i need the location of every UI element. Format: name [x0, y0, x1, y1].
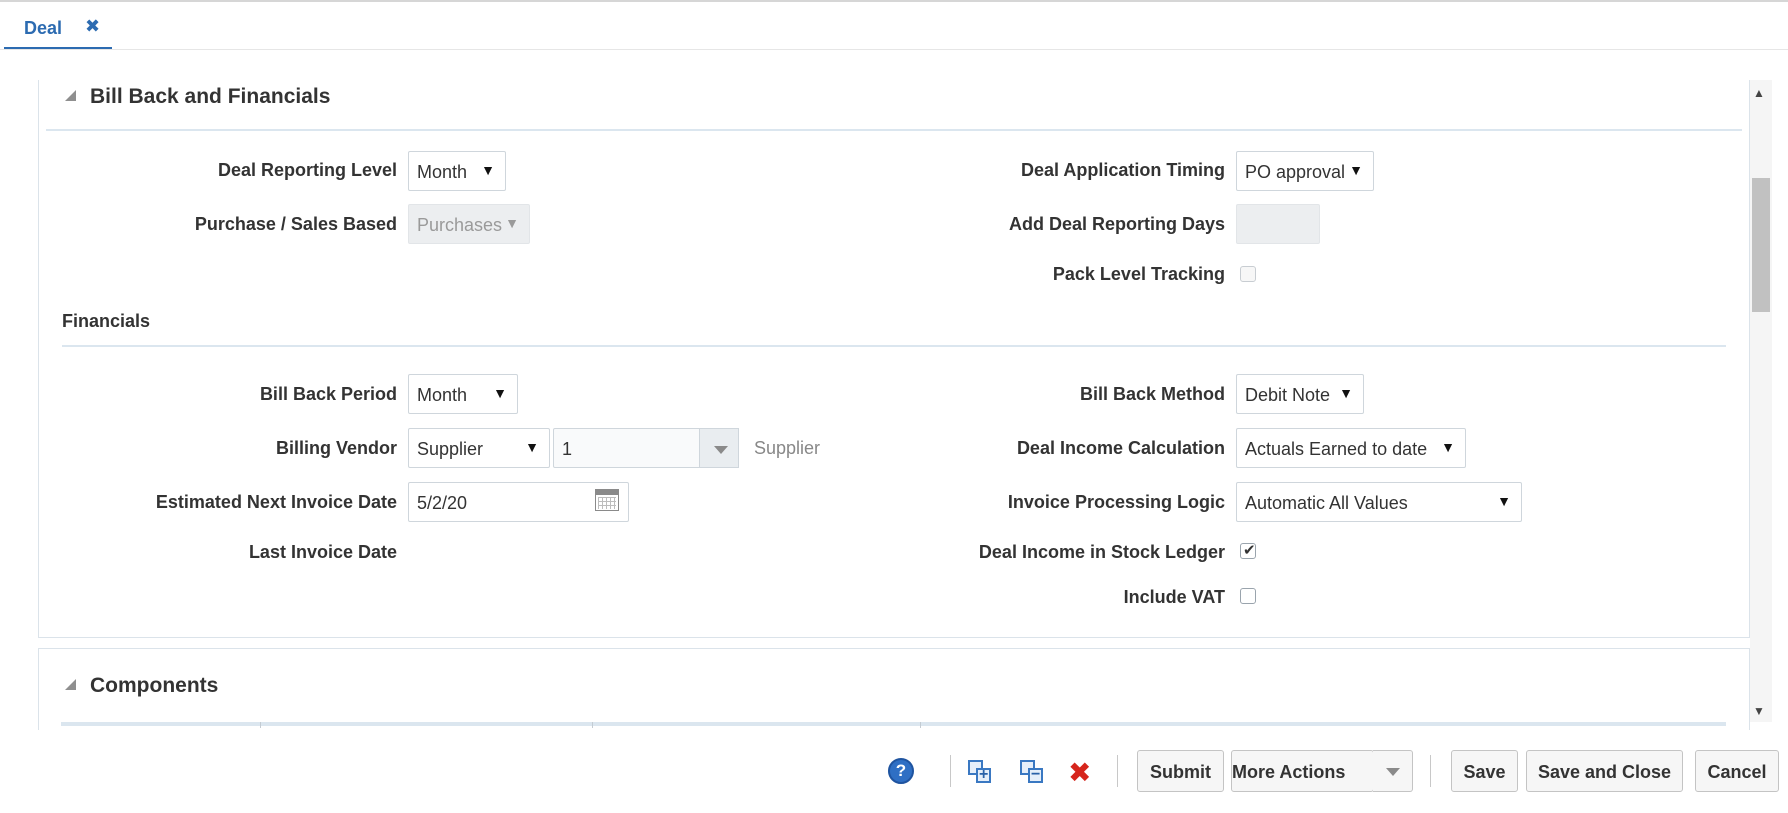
disclosure-triangle-icon[interactable]	[65, 90, 76, 101]
deal-reporting-level-label: Deal Reporting Level	[217, 160, 397, 180]
tab-bar-divider	[0, 49, 1788, 50]
deal-income-in-stock-ledger-checkbox[interactable]: ✔	[1240, 542, 1256, 559]
delete-icon[interactable]: ✖	[1068, 756, 1091, 789]
section-title-bill-back: Bill Back and Financials	[90, 85, 331, 108]
save-button[interactable]: Save	[1451, 750, 1518, 792]
bill-back-period-label: Bill Back Period	[259, 384, 397, 404]
add-row-icon[interactable]: +	[968, 760, 994, 786]
chevron-down-icon: ▼	[525, 439, 539, 455]
components-table-header	[61, 722, 1726, 726]
deal-income-in-stock-ledger-label: Deal Income in Stock Ledger	[978, 542, 1225, 562]
remove-row-icon[interactable]: −	[1020, 760, 1046, 786]
estimated-next-invoice-date-value: 5/2/20	[417, 493, 468, 513]
bill-back-method-label: Bill Back Method	[1079, 384, 1225, 404]
section-divider	[46, 129, 1742, 131]
section-title-components: Components	[90, 674, 219, 697]
table-column-divider	[260, 722, 261, 728]
include-vat-checkbox[interactable]	[1240, 588, 1256, 604]
more-actions-button[interactable]: More Actions	[1231, 750, 1375, 792]
billing-vendor-name: Supplier	[754, 438, 821, 458]
disclosure-triangle-icon[interactable]	[65, 679, 76, 690]
include-vat-label: Include VAT	[1123, 587, 1225, 607]
deal-reporting-level-select[interactable]: Month ▼	[408, 151, 506, 191]
more-actions-label: More Actions	[1232, 762, 1346, 782]
save-and-close-label: Save and Close	[1537, 762, 1672, 782]
pack-level-tracking-label: Pack Level Tracking	[1052, 264, 1225, 284]
invoice-processing-logic-label: Invoice Processing Logic	[1007, 492, 1225, 512]
billing-vendor-lov-button[interactable]	[699, 428, 739, 468]
bill-back-method-select[interactable]: Debit Note ▼	[1236, 374, 1364, 414]
add-deal-reporting-days-input	[1236, 204, 1320, 244]
billing-vendor-id-value: 1	[562, 439, 573, 459]
cancel-button-label: Cancel	[1707, 762, 1767, 782]
deal-income-calculation-label: Deal Income Calculation	[1016, 438, 1225, 458]
bill-back-period-select[interactable]: Month ▼	[408, 374, 518, 414]
bill-back-method-value: Debit Note	[1245, 385, 1331, 405]
chevron-down-icon	[714, 446, 728, 454]
tab-deal-label: Deal	[24, 18, 63, 38]
checkmark-icon: ✔	[1243, 542, 1256, 559]
close-icon[interactable]: ✖	[85, 16, 100, 37]
submit-button[interactable]: Submit	[1137, 750, 1224, 792]
billing-vendor-label: Billing Vendor	[275, 438, 397, 458]
table-column-divider	[592, 722, 593, 728]
billing-vendor-type-value: Supplier	[417, 439, 484, 459]
last-invoice-date-label: Last Invoice Date	[248, 542, 397, 562]
chevron-down-icon: ▼	[1497, 493, 1511, 509]
window-top-border	[0, 0, 1788, 2]
chevron-down-icon: ▼	[481, 162, 495, 178]
cancel-button[interactable]: Cancel	[1695, 750, 1779, 792]
financials-heading: Financials	[62, 311, 151, 331]
purchase-sales-based-label: Purchase / Sales Based	[194, 214, 397, 234]
billing-vendor-id-input[interactable]: 1	[553, 428, 701, 468]
chevron-down-icon: ▼	[1441, 439, 1455, 455]
invoice-processing-logic-value: Automatic All Values	[1245, 493, 1408, 513]
deal-reporting-level-value: Month	[417, 162, 468, 182]
save-button-label: Save	[1463, 762, 1506, 782]
add-deal-reporting-days-label: Add Deal Reporting Days	[1008, 214, 1225, 234]
toolbar-separator	[1117, 755, 1118, 787]
invoice-processing-logic-select[interactable]: Automatic All Values ▼	[1236, 482, 1522, 522]
chevron-down-icon: ▼	[493, 385, 507, 401]
bill-back-period-value: Month	[417, 385, 468, 405]
tab-deal[interactable]: Deal ✖	[4, 4, 112, 50]
submit-button-label: Submit	[1150, 762, 1211, 782]
calendar-icon[interactable]	[595, 489, 619, 511]
scroll-down-icon[interactable]: ▼	[1753, 704, 1765, 718]
scroll-up-icon[interactable]: ▲	[1753, 86, 1765, 100]
toolbar-separator	[950, 755, 951, 787]
chevron-down-icon: ▼	[1339, 385, 1353, 401]
deal-application-timing-value: PO approval	[1245, 162, 1346, 182]
purchase-sales-based-select: Purchases ▼	[408, 204, 530, 244]
chevron-down-icon: ▼	[1349, 162, 1363, 178]
deal-income-calculation-select[interactable]: Actuals Earned to date ▼	[1236, 428, 1466, 468]
deal-application-timing-select[interactable]: PO approval ▼	[1236, 151, 1374, 191]
deal-application-timing-label: Deal Application Timing	[1020, 160, 1225, 180]
save-and-close-button[interactable]: Save and Close	[1526, 750, 1683, 792]
scrollbar-thumb[interactable]	[1752, 178, 1770, 312]
purchase-sales-based-value: Purchases	[417, 215, 503, 235]
help-icon[interactable]: ?	[888, 758, 914, 784]
billing-vendor-type-select[interactable]: Supplier ▼	[408, 428, 550, 468]
components-panel	[38, 648, 1750, 730]
deal-income-calculation-value: Actuals Earned to date	[1245, 439, 1428, 459]
toolbar-separator	[1430, 755, 1431, 787]
table-column-divider	[920, 722, 921, 728]
pack-level-tracking-checkbox	[1240, 266, 1256, 282]
financials-divider	[62, 345, 1726, 347]
more-actions-dropdown-button[interactable]	[1373, 750, 1413, 792]
estimated-next-invoice-date-label: Estimated Next Invoice Date	[155, 492, 397, 512]
vertical-scrollbar[interactable]	[1750, 80, 1772, 722]
chevron-down-icon: ▼	[505, 215, 519, 231]
chevron-down-icon	[1386, 768, 1400, 776]
